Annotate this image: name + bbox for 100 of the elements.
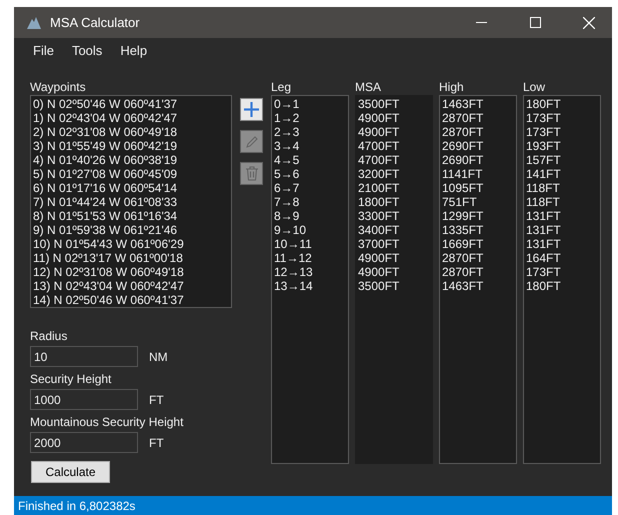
list-item: 3400FT	[358, 223, 400, 237]
list-item: 11→12	[274, 251, 313, 265]
list-item: 173FT	[526, 265, 562, 279]
list-item: 8→9	[274, 209, 300, 223]
list-item: 2870FT	[442, 265, 484, 279]
list-item: 118FT	[526, 195, 561, 209]
list-item[interactable]: 5) N 01º27'08 W 060º45'09	[33, 167, 229, 181]
list-item: 10→11	[274, 237, 313, 251]
input-field[interactable]: 10	[30, 346, 138, 367]
mountain-icon	[26, 16, 42, 30]
list-item[interactable]: 14) N 02º50'46 W 060º41'37	[33, 293, 229, 307]
trash-icon	[244, 166, 258, 181]
list-item[interactable]: 3) N 01º55'49 W 060º42'19	[33, 139, 229, 153]
result-list[interactable]: 180FT 173FT 173FT 193FT 157FT 141FT 118FT 118FT 131FT 131FT 131FT 164FT 173FT 180FT	[523, 95, 601, 464]
list-item[interactable]: 13) N 02º43'04 W 060º42'47	[33, 279, 229, 293]
list-item[interactable]: 11) N 02º13'17 W 061º00'18	[33, 251, 229, 265]
menu-item[interactable]: Help	[111, 42, 156, 58]
list-item: 3700FT	[358, 237, 400, 251]
list-item: 751FT	[442, 195, 478, 209]
list-item[interactable]: 1) N 02º43'04 W 060º42'47	[33, 111, 229, 125]
list-item[interactable]: 10) N 01º54'43 W 061º06'29	[33, 237, 229, 251]
maximize-icon	[530, 17, 540, 28]
list-item: 13→14	[274, 279, 314, 293]
list-item: 1463FT	[442, 279, 484, 293]
list-item: 180FT	[526, 279, 562, 293]
list-item: 157FT	[526, 153, 562, 167]
list-item: 2100FT	[358, 181, 400, 195]
list-item: 4900FT	[358, 265, 400, 279]
list-item: 2870FT	[442, 251, 484, 265]
list-item: 4700FT	[358, 153, 400, 167]
list-item: 12→13	[274, 265, 314, 279]
list-item: 4900FT	[358, 125, 400, 139]
list-item[interactable]: 2) N 02º31'08 W 060º49'18	[33, 125, 229, 139]
list-item: 1669FT	[442, 237, 484, 251]
list-item: 1095FT	[442, 181, 484, 195]
list-item: 173FT	[526, 125, 562, 139]
plus-icon	[243, 101, 260, 118]
list-item[interactable]: 12) N 02º31'08 W 060º49'18	[33, 265, 229, 279]
list-item[interactable]: 9) N 01º59'38 W 061º21'46	[33, 223, 229, 237]
list-item: 1463FT	[442, 97, 484, 111]
list-item: 1800FT	[358, 195, 400, 209]
list-item: 9→10	[274, 223, 308, 237]
result-list[interactable]: 0→1 1→2 2→3 3→4 4→5 5→6 6→7 7→8 8→9 9→10 10→11 11→12 12→13 13→14	[271, 95, 349, 464]
list-item[interactable]: 6) N 01º17'16 W 060º54'14	[33, 181, 229, 195]
pencil-icon	[244, 134, 258, 148]
add-button[interactable]	[240, 98, 263, 121]
list-item: 7→8	[274, 195, 300, 209]
waypoint-list[interactable]	[30, 95, 232, 308]
column-label: Leg	[271, 79, 292, 95]
field-label: Radius	[30, 328, 68, 344]
list-item: 3500FT	[358, 97, 400, 111]
list-item: 0→1	[274, 97, 300, 111]
window-title: MSA Calculator	[50, 15, 141, 30]
list-item: 3200FT	[358, 167, 400, 181]
menu-item[interactable]: Tools	[62, 42, 112, 58]
minimize-icon	[476, 22, 486, 23]
list-item: 1141FT	[442, 167, 484, 181]
column-label: High	[439, 79, 465, 95]
list-item[interactable]: 0) N 02º50'46 W 060º41'37	[33, 97, 229, 111]
list-item: 4→5	[274, 153, 300, 167]
status-bar: Finished in 6,802382s	[14, 496, 612, 515]
list-item: 131FT	[526, 223, 562, 237]
close-icon	[583, 16, 595, 28]
list-item[interactable]: 7) N 01º44'24 W 061º08'33	[33, 195, 229, 209]
calculate-button[interactable]: Calculate	[31, 461, 110, 483]
result-list[interactable]: 3500FT 4900FT 4900FT 4700FT 4700FT 3200FT 2100FT 1800FT 3300FT 3400FT 3700FT 4900FT 4900FT 3500FT	[355, 95, 433, 464]
column-label: Low	[523, 79, 546, 95]
input-field[interactable]: 1000	[30, 389, 138, 410]
list-item: 2870FT	[442, 111, 484, 125]
list-item: 2→3	[274, 125, 300, 139]
column-label: MSA	[355, 79, 382, 95]
list-item: 6→7	[274, 181, 300, 195]
field-label: Mountainous Security Height	[30, 414, 184, 430]
list-item: 164FT	[526, 251, 562, 265]
list-label: Waypoints	[30, 79, 87, 95]
list-item[interactable]: 4) N 01º40'26 W 060º38'19	[33, 153, 229, 167]
list-item: 180FT	[526, 97, 562, 111]
result-list[interactable]: 1463FT 2870FT 2870FT 2690FT 2690FT 1141FT 1095FT 751FT 1299FT 1335FT 1669FT 2870FT 2870FT 1463FT	[439, 95, 517, 464]
unit-label: NM	[149, 350, 168, 364]
list-item: 131FT	[526, 209, 562, 223]
list-item: 173FT	[526, 111, 562, 125]
list-item: 4900FT	[358, 111, 400, 125]
list-item[interactable]: 8) N 01º51'53 W 061º16'34	[33, 209, 229, 223]
list-item: 4700FT	[358, 139, 400, 153]
unit-label: FT	[149, 436, 164, 450]
menu-item[interactable]: File	[24, 42, 63, 58]
list-item: 5→6	[274, 167, 300, 181]
field-label: Security Height	[30, 371, 112, 387]
list-item: 1335FT	[442, 223, 484, 237]
list-item: 3300FT	[358, 209, 400, 223]
list-item: 118FT	[526, 181, 561, 195]
list-item: 141FT	[526, 167, 562, 181]
list-item: 2690FT	[442, 139, 484, 153]
list-item: 131FT	[526, 237, 562, 251]
input-field[interactable]: 2000	[30, 432, 138, 453]
list-item: 3500FT	[358, 279, 400, 293]
list-item: 2690FT	[442, 153, 484, 167]
list-item: 2870FT	[442, 125, 484, 139]
list-item: 193FT	[526, 139, 562, 153]
list-item: 4900FT	[358, 251, 400, 265]
